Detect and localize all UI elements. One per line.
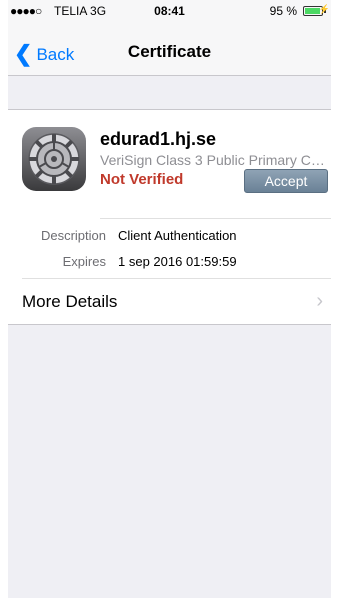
- verification-status: Not Verified: [100, 171, 184, 188]
- description-value: Client Authentication: [118, 228, 237, 243]
- more-details-label: More Details: [22, 292, 118, 311]
- certificate-name: edurad1.hj.se: [100, 129, 217, 149]
- battery-percent: 95 %: [269, 4, 297, 18]
- description-label: Description: [40, 228, 106, 243]
- divider: [100, 218, 331, 219]
- chevron-right-icon: ›: [316, 290, 323, 312]
- status-bar: ●●●●○ TELIA 3G 08:41 95 % ⚡: [8, 0, 331, 20]
- certificate-card: edurad1.hj.se VeriSign Class 3 Public Pr…: [8, 109, 331, 325]
- charging-icon: ⚡: [318, 4, 330, 14]
- expires-value: 1 sep 2016 01:59:59: [118, 254, 237, 269]
- navigation-bar: ❮ Back Certificate: [8, 20, 331, 76]
- page-title: Certificate: [127, 42, 212, 61]
- accept-button[interactable]: Accept: [244, 169, 328, 193]
- certificate-issuer: VeriSign Class 3 Public Primary Certific…: [100, 152, 328, 168]
- expires-label: Expires: [62, 254, 106, 269]
- screen: ●●●●○ TELIA 3G 08:41 95 % ⚡ ❮ Back Certif…: [8, 0, 331, 598]
- more-details-row[interactable]: More Details ›: [8, 279, 331, 324]
- settings-gear-icon: [22, 127, 86, 191]
